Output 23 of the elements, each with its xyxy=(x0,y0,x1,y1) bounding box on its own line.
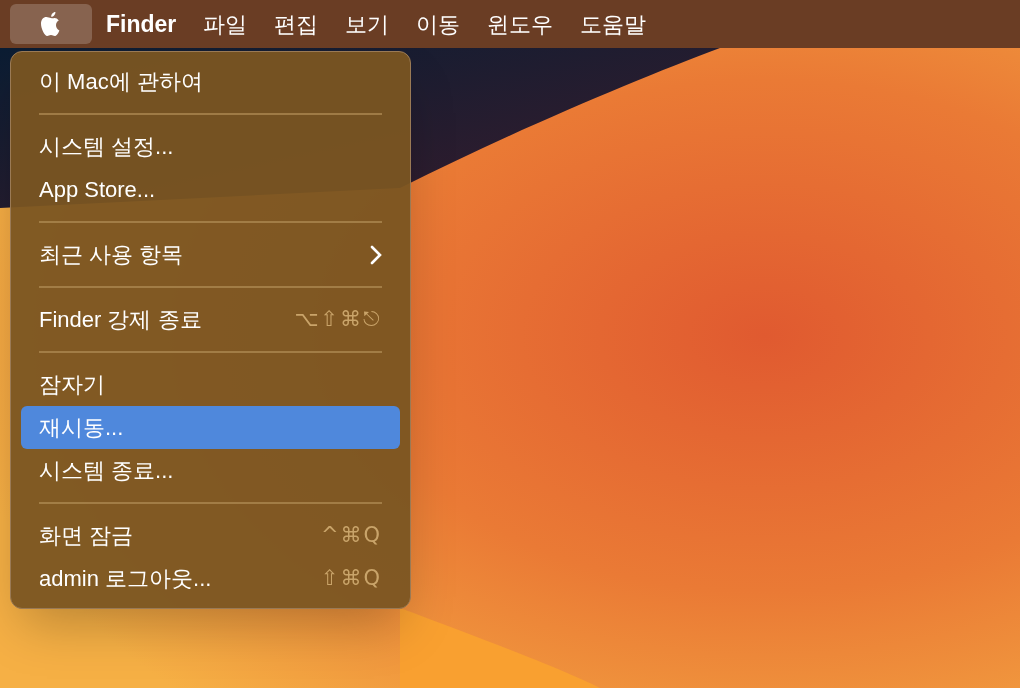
menu-item[interactable]: 시스템 설정... xyxy=(21,125,400,168)
menu-item[interactable]: Finder 강제 종료 ⌥⇧⌘⎋ xyxy=(21,298,400,341)
menu-bar-item[interactable]: 윈도우 xyxy=(474,4,567,44)
menu-item[interactable]: 시스템 종료... xyxy=(21,449,400,492)
menu-item[interactable]: App Store... xyxy=(21,168,400,211)
menu-bar-item[interactable]: 이동 xyxy=(403,4,474,44)
menu-bar-item[interactable]: 도움말 xyxy=(567,4,660,44)
keyboard-shortcut: ^⌘Q xyxy=(320,521,382,549)
menu-item[interactable]: 잠자기 xyxy=(21,363,400,406)
chevron-right-icon xyxy=(370,244,382,265)
menu-bar-item[interactable]: 보기 xyxy=(332,4,403,44)
menu-bar-item[interactable]: 파일 xyxy=(190,4,261,44)
menu-bar-item[interactable]: Finder xyxy=(93,4,190,44)
menu-item[interactable]: 최근 사용 항목 xyxy=(21,233,400,276)
menu-item[interactable]: 화면 잠금 ^⌘Q xyxy=(21,514,400,557)
menu-item[interactable]: 재시동... xyxy=(21,406,400,449)
apple-menu-button[interactable] xyxy=(10,4,92,44)
menu-bar-item[interactable]: 편집 xyxy=(261,4,332,44)
keyboard-shortcut: ⇧⌘Q xyxy=(320,564,382,592)
apple-logo-icon xyxy=(40,11,62,37)
keyboard-shortcut: ⌥⇧⌘⎋ xyxy=(294,305,382,333)
menu-item[interactable]: admin 로그아웃... ⇧⌘Q xyxy=(21,557,400,600)
menu-item[interactable]: 이 Mac에 관하여 xyxy=(21,60,400,103)
